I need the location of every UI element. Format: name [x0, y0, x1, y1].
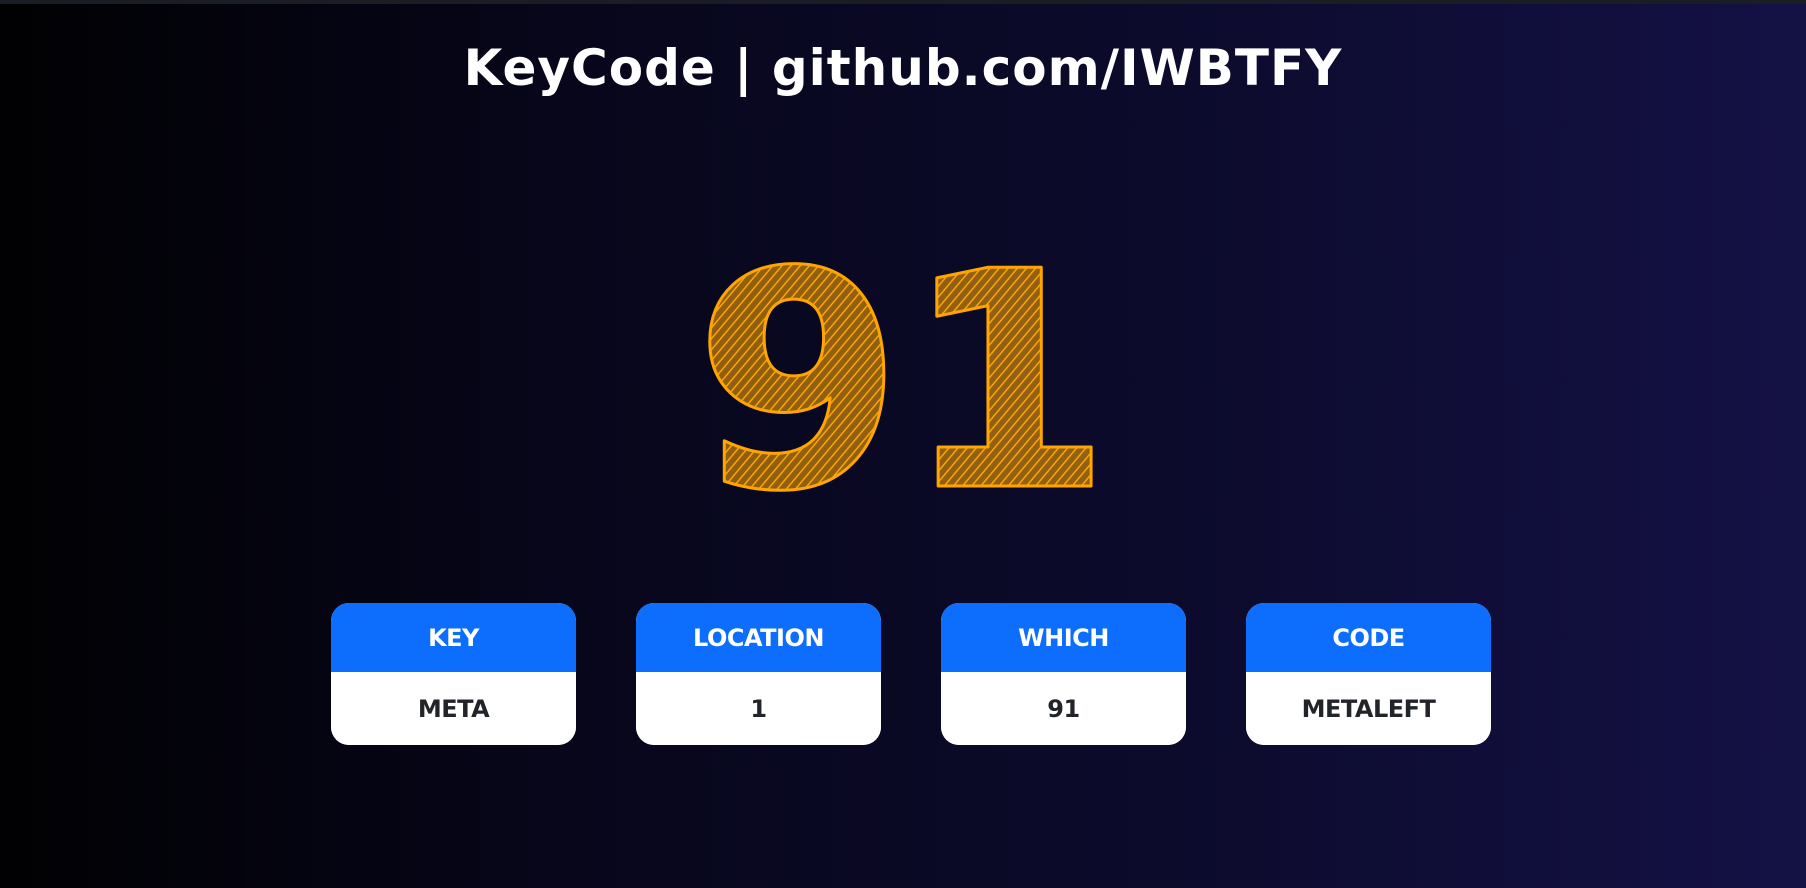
key-card-label: KEY — [331, 603, 576, 672]
keycode-value: 91 — [694, 218, 1111, 518]
which-card: WHICH 91 — [941, 603, 1186, 745]
location-card: LOCATION 1 — [636, 603, 881, 745]
code-card: CODE METALEFT — [1246, 603, 1491, 745]
key-card: KEY META — [331, 603, 576, 745]
code-card-label: CODE — [1246, 603, 1491, 672]
location-card-label: LOCATION — [636, 603, 881, 672]
code-card-value: METALEFT — [1246, 672, 1491, 745]
which-card-label: WHICH — [941, 603, 1186, 672]
which-card-value: 91 — [941, 672, 1186, 745]
key-info-cards: KEY META LOCATION 1 WHICH 91 CODE METALE… — [331, 603, 1491, 745]
location-card-value: 1 — [636, 672, 881, 745]
keycode-sketch-graphic: 91 — [693, 218, 1113, 518]
window-top-edge — [0, 0, 1806, 4]
key-card-value: META — [331, 672, 576, 745]
keycode-display: 91 — [0, 218, 1806, 518]
page-title: KeyCode | github.com/IWBTFY — [463, 39, 1343, 97]
